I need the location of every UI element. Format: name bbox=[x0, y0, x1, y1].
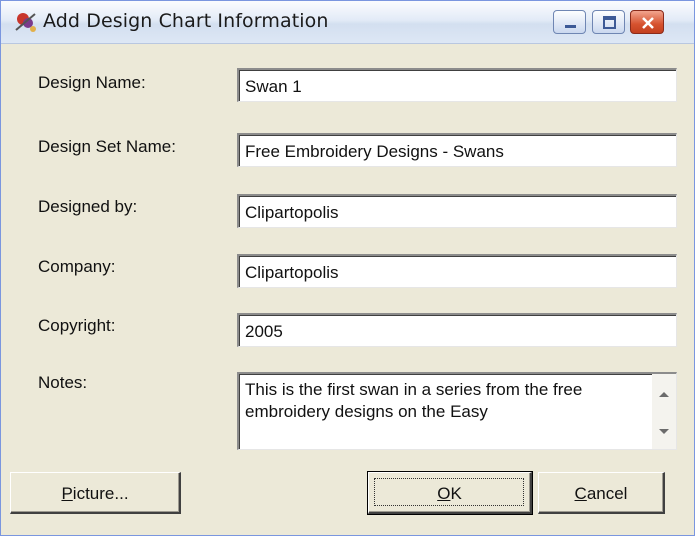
window-title: Add Design Chart Information bbox=[43, 10, 329, 32]
copyright-value: 2005 bbox=[245, 322, 283, 341]
design-name-field[interactable]: Swan 1 bbox=[237, 68, 677, 102]
design-set-name-field[interactable]: Free Embroidery Designs - Swans bbox=[237, 133, 677, 167]
dialog-window: Add Design Chart Information Design Name… bbox=[0, 0, 695, 536]
picture-button-label: Picture... bbox=[61, 484, 128, 504]
ok-button[interactable]: OK bbox=[367, 471, 533, 515]
company-label: Company: bbox=[38, 257, 116, 276]
minimize-icon bbox=[565, 25, 576, 28]
notes-textarea[interactable]: This is the first swan in a series from … bbox=[237, 372, 677, 450]
notes-value: This is the first swan in a series from … bbox=[245, 380, 583, 421]
designed-by-value: Clipartopolis bbox=[245, 203, 339, 222]
copyright-label: Copyright: bbox=[38, 316, 116, 335]
cancel-mnemonic: C bbox=[574, 484, 587, 503]
cancel-button[interactable]: Cancel bbox=[538, 472, 665, 514]
design-set-name-value: Free Embroidery Designs - Swans bbox=[245, 142, 504, 161]
minimize-button[interactable] bbox=[553, 10, 586, 34]
company-value: Clipartopolis bbox=[245, 263, 339, 282]
cancel-label-rest: ancel bbox=[586, 484, 628, 503]
notes-scrollbar[interactable] bbox=[652, 374, 676, 449]
cancel-button-label: Cancel bbox=[575, 484, 628, 504]
maximize-button[interactable] bbox=[592, 10, 625, 34]
company-field[interactable]: Clipartopolis bbox=[237, 254, 677, 288]
copyright-field[interactable]: 2005 bbox=[237, 313, 677, 347]
scroll-up-icon[interactable] bbox=[652, 382, 676, 406]
title-bar[interactable]: Add Design Chart Information bbox=[1, 1, 694, 44]
embroidery-app-icon[interactable] bbox=[13, 10, 39, 34]
maximize-icon bbox=[603, 16, 616, 29]
close-button[interactable] bbox=[630, 10, 664, 34]
close-icon bbox=[642, 17, 654, 29]
notes-label: Notes: bbox=[38, 373, 88, 392]
picture-button[interactable]: Picture... bbox=[10, 472, 181, 514]
ok-focus-rect bbox=[374, 478, 524, 506]
designed-by-label: Designed by: bbox=[38, 197, 138, 216]
picture-label-rest: icture... bbox=[72, 484, 129, 503]
designed-by-field[interactable]: Clipartopolis bbox=[237, 194, 677, 228]
design-name-value: Swan 1 bbox=[245, 77, 302, 96]
design-set-name-label: Design Set Name: bbox=[38, 137, 176, 156]
design-name-label: Design Name: bbox=[38, 73, 146, 92]
scroll-down-icon[interactable] bbox=[652, 420, 676, 444]
picture-mnemonic: P bbox=[61, 484, 73, 503]
